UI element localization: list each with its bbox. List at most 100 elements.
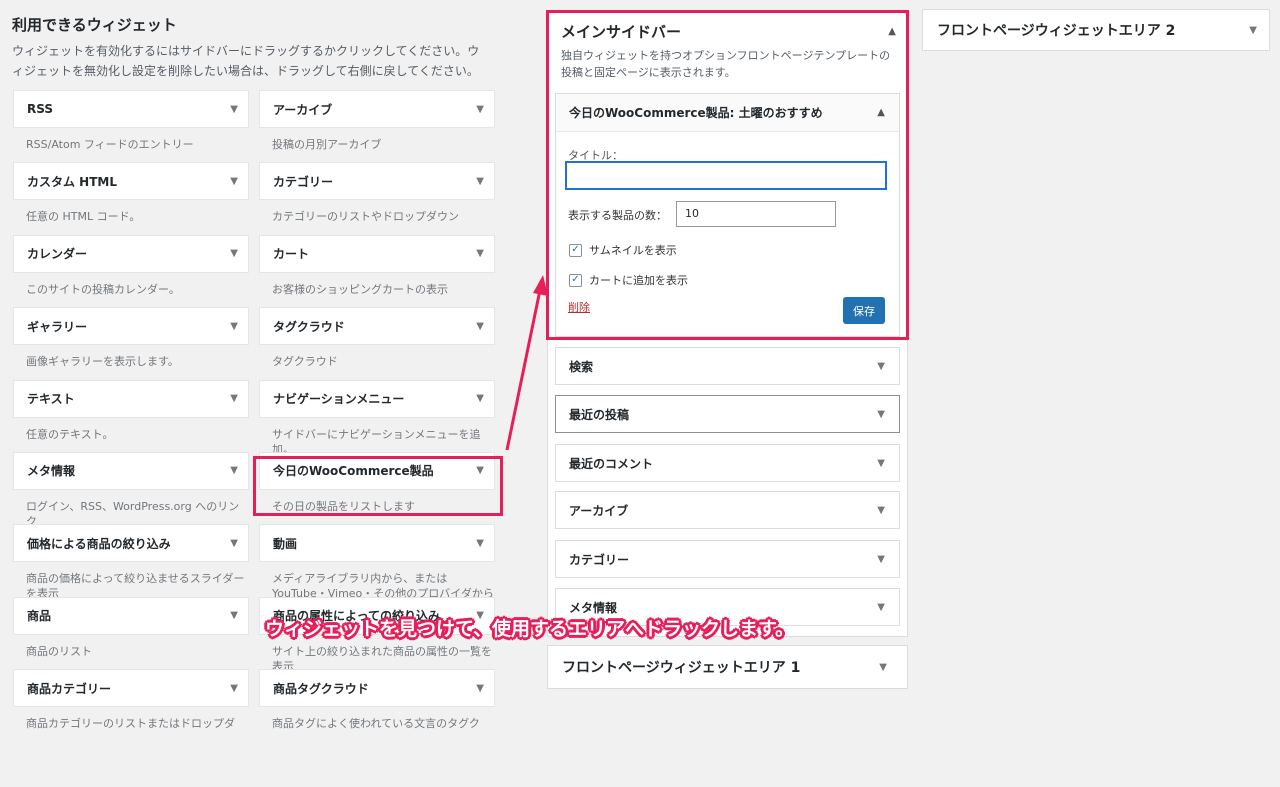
widget-name: 商品タグクラウド xyxy=(273,681,369,696)
widget-handle[interactable]: ギャラリー ▼ xyxy=(13,307,249,346)
sidebar-widget-item[interactable]: カテゴリー ▼ xyxy=(555,540,900,578)
widget-handle[interactable]: RSS ▼ xyxy=(13,90,249,128)
widget-description: 投稿の月別アーカイブ xyxy=(272,138,382,151)
widget-handle[interactable]: テキスト ▼ xyxy=(13,379,249,418)
caret-down-icon[interactable]: ▼ xyxy=(877,409,885,420)
sidebar-widget-name: アーカイブ xyxy=(569,503,629,518)
widget-description: 任意のテキスト。 xyxy=(26,427,114,441)
widget-handle[interactable]: カテゴリー ▼ xyxy=(259,162,495,201)
widget-item: ギャラリー ▼ 画像ギャラリーを表示します。 xyxy=(13,307,249,379)
widget-handle[interactable]: メタ情報 ▼ xyxy=(13,451,249,490)
sidebar-highlight-box xyxy=(546,10,909,340)
widget-name: 価格による商品の絞り込み xyxy=(27,536,171,551)
widget-description: 商品タグによく使われている文言のタグク xyxy=(272,717,480,731)
widget-description: カテゴリーのリストやドロップダウン xyxy=(272,210,459,224)
widget-handle[interactable]: カレンダー ▼ xyxy=(13,234,249,273)
widget-handle[interactable]: タグクラウド ▼ xyxy=(259,307,495,346)
widget-description: 商品の価格によって絞り込ませるスライダーを表示 xyxy=(26,572,245,597)
caret-down-icon[interactable]: ▼ xyxy=(1249,25,1257,36)
widget-item: タグクラウド ▼ タグクラウド xyxy=(259,307,495,379)
caret-down-icon[interactable]: ▼ xyxy=(230,176,238,187)
sidebar-widget-item[interactable]: 最近の投稿 ▼ xyxy=(555,395,900,433)
caret-down-icon[interactable]: ▼ xyxy=(230,104,238,115)
widget-description: ログイン、RSS、WordPress.org へのリンク xyxy=(26,499,240,525)
caret-down-icon[interactable]: ▼ xyxy=(230,610,238,621)
widget-handle[interactable]: 商品カテゴリー ▼ xyxy=(13,669,249,708)
widget-description: このサイトの投稿カレンダー。 xyxy=(26,282,180,296)
widget-item: 商品カテゴリー ▼ 商品カテゴリーのリストまたはドロップダ xyxy=(13,669,249,741)
widget-item: RSS ▼ RSS/Atom フィードのエントリー xyxy=(13,90,249,162)
widget-handle[interactable]: 価格による商品の絞り込み ▼ xyxy=(13,524,249,563)
widget-item: カレンダー ▼ このサイトの投稿カレンダー。 xyxy=(13,234,249,307)
widget-item: ナビゲーションメニュー ▼ サイドバーにナビゲーションメニューを追加。 xyxy=(259,379,495,452)
sidebar-widget-item[interactable]: 検索 ▼ xyxy=(555,347,900,385)
widget-name: カテゴリー xyxy=(273,174,334,189)
widget-item: 価格による商品の絞り込み ▼ 商品の価格によって絞り込ませるスライダーを表示 xyxy=(13,524,249,597)
widget-item: 動画 ▼ メディアライブラリ内から、または YouTube・Vimeo・その他のプロ… xyxy=(259,524,495,597)
sidebar-widget-item[interactable]: 最近のコメント ▼ xyxy=(555,444,900,482)
widget-handle[interactable]: 商品タグクラウド ▼ xyxy=(259,669,495,708)
widget-item: カテゴリー ▼ カテゴリーのリストやドロップダウン xyxy=(259,162,495,234)
widget-item: カート ▼ お客様のショッピングカートの表示 xyxy=(259,234,495,307)
caret-down-icon[interactable]: ▼ xyxy=(230,321,238,332)
caret-down-icon[interactable]: ▼ xyxy=(476,321,484,332)
widget-description: RSS/Atom フィードのエントリー xyxy=(26,138,194,151)
caret-down-icon[interactable]: ▼ xyxy=(230,393,238,404)
widget-handle[interactable]: カート ▼ xyxy=(259,234,495,273)
caret-down-icon[interactable]: ▼ xyxy=(877,554,885,565)
widget-description: 任意の HTML コード。 xyxy=(26,210,141,224)
caret-down-icon[interactable]: ▼ xyxy=(230,248,238,259)
caret-down-icon[interactable]: ▼ xyxy=(476,104,484,115)
widget-highlight-box xyxy=(253,456,503,516)
widget-handle[interactable]: ナビゲーションメニュー ▼ xyxy=(259,379,495,418)
widget-handle[interactable]: アーカイブ ▼ xyxy=(259,90,495,128)
widget-description: タグクラウド xyxy=(272,355,338,369)
front-page-widget-area-1[interactable]: フロントページウィジェットエリア 1 ▼ xyxy=(547,645,908,689)
caret-down-icon[interactable]: ▼ xyxy=(879,662,887,673)
widget-description: サイドバーにナビゲーションメニューを追加。 xyxy=(272,427,481,452)
widget-name: RSS xyxy=(27,102,53,116)
front-page-widget-area-1-title: フロントページウィジェットエリア 1 xyxy=(562,660,801,676)
widget-name: テキスト xyxy=(27,392,75,407)
caret-down-icon[interactable]: ▼ xyxy=(877,458,885,469)
caret-down-icon[interactable]: ▼ xyxy=(476,683,484,694)
widget-name: メタ情報 xyxy=(27,464,76,479)
caret-down-icon[interactable]: ▼ xyxy=(476,176,484,187)
widget-item: アーカイブ ▼ 投稿の月別アーカイブ xyxy=(259,90,495,162)
front-page-widget-area-2[interactable]: フロントページウィジェットエリア 2 ▼ xyxy=(922,9,1270,51)
caret-down-icon[interactable]: ▼ xyxy=(877,361,885,372)
sidebar-widget-name: 最近の投稿 xyxy=(569,407,630,422)
widget-name: カート xyxy=(273,247,310,262)
sidebar-widget-name: カテゴリー xyxy=(569,552,630,567)
widget-handle[interactable]: 動画 ▼ xyxy=(259,524,495,563)
widget-name: ギャラリー xyxy=(27,319,88,334)
widget-description: 商品カテゴリーのリストまたはドロップダ xyxy=(26,717,235,731)
widget-name: 商品カテゴリー xyxy=(27,681,112,696)
widget-item: カスタム HTML ▼ 任意の HTML コード。 xyxy=(13,162,249,234)
widget-item: 商品タグクラウド ▼ 商品タグによく使われている文言のタグク xyxy=(259,669,495,741)
widget-description: 商品のリスト xyxy=(26,644,92,658)
widget-name: 商品 xyxy=(27,609,52,624)
caret-down-icon[interactable]: ▼ xyxy=(476,538,484,549)
widget-description: メディアライブラリ内から、または YouTube・Vimeo・その他のプロバイダ… xyxy=(272,572,494,597)
front-page-widget-area-2-title: フロントページウィジェットエリア 2 xyxy=(937,23,1176,39)
widget-name: タグクラウド xyxy=(273,319,345,334)
widget-description: 画像ギャラリーを表示します。 xyxy=(26,355,179,369)
caret-down-icon[interactable]: ▼ xyxy=(877,505,885,516)
caret-down-icon[interactable]: ▼ xyxy=(230,538,238,549)
available-widgets-title: 利用できるウィジェット xyxy=(12,16,177,34)
caret-down-icon[interactable]: ▼ xyxy=(230,683,238,694)
widget-name: アーカイブ xyxy=(273,102,333,117)
available-widgets-list: RSS ▼ RSS/Atom フィードのエントリー アーカイブ ▼ 投稿の月別アーカイブカ… xyxy=(13,90,495,787)
sidebar-widget-item[interactable]: アーカイブ ▼ xyxy=(555,491,900,529)
widget-description: お客様のショッピングカートの表示 xyxy=(272,282,448,296)
widget-item: テキスト ▼ 任意のテキスト。 xyxy=(13,379,249,452)
widget-name: ナビゲーションメニュー xyxy=(273,392,405,407)
available-widgets-description: ウィジェットを有効化するにはサイドバーにドラッグするかクリックしてください。ウィ… xyxy=(12,44,480,78)
widget-handle[interactable]: 商品 ▼ xyxy=(13,596,249,635)
caret-down-icon[interactable]: ▼ xyxy=(230,465,238,476)
caret-down-icon[interactable]: ▼ xyxy=(476,248,484,259)
widget-handle[interactable]: カスタム HTML ▼ xyxy=(13,162,249,201)
caret-down-icon[interactable]: ▼ xyxy=(877,602,885,613)
caret-down-icon[interactable]: ▼ xyxy=(476,393,484,404)
